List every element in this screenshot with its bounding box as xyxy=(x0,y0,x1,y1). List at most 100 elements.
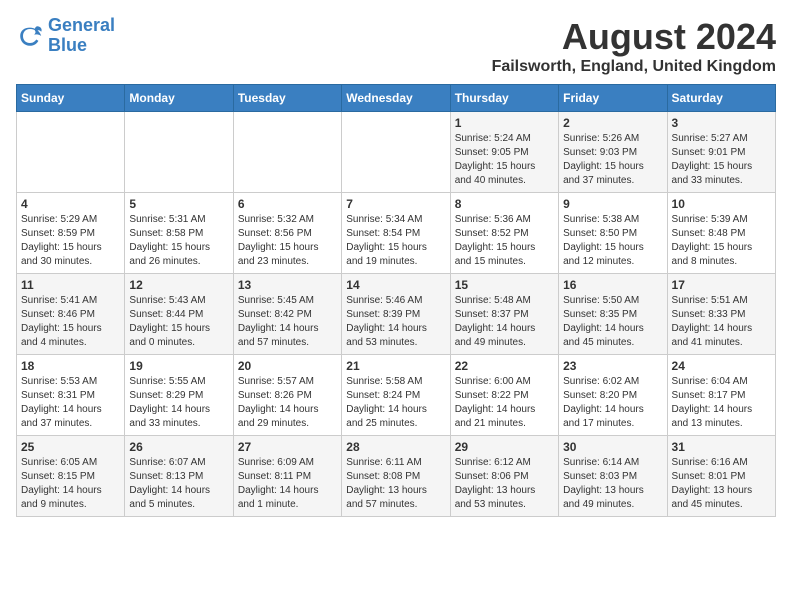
day-info: Sunrise: 5:26 AM Sunset: 9:03 PM Dayligh… xyxy=(563,132,662,188)
header-cell-sunday: Sunday xyxy=(17,85,125,112)
day-info: Sunrise: 6:05 AM Sunset: 8:15 PM Dayligh… xyxy=(21,456,120,512)
day-info: Sunrise: 5:57 AM Sunset: 8:26 PM Dayligh… xyxy=(238,375,337,431)
page-title: August 2024 xyxy=(492,16,776,58)
title-section: August 2024 Failsworth, England, United … xyxy=(492,16,776,76)
header-cell-friday: Friday xyxy=(559,85,667,112)
logo-text: General Blue xyxy=(48,16,115,56)
day-info: Sunrise: 5:32 AM Sunset: 8:56 PM Dayligh… xyxy=(238,213,337,269)
calendar-cell: 24Sunrise: 6:04 AM Sunset: 8:17 PM Dayli… xyxy=(667,355,775,436)
calendar-cell: 20 Sunrise: 5:57 AM Sunset: 8:26 PM Dayli… xyxy=(233,355,341,436)
calendar-cell: 25 Sunrise: 6:05 AM Sunset: 8:15 PM Dayli… xyxy=(17,436,125,517)
calendar-cell: 4Sunrise: 5:29 AM Sunset: 8:59 PM Daylig… xyxy=(17,193,125,274)
day-number: 25 xyxy=(21,440,120,454)
day-info: Sunrise: 6:14 AM Sunset: 8:03 PM Dayligh… xyxy=(563,456,662,512)
day-info: Sunrise: 5:27 AM Sunset: 9:01 PM Dayligh… xyxy=(672,132,771,188)
page-header: General Blue August 2024 Failsworth, Eng… xyxy=(16,16,776,76)
week-row-4: 18Sunrise: 5:53 AM Sunset: 8:31 PM Dayli… xyxy=(17,355,776,436)
calendar-cell: 21 Sunrise: 5:58 AM Sunset: 8:24 PM Dayli… xyxy=(342,355,450,436)
day-number: 28 xyxy=(346,440,445,454)
calendar-cell: 6 Sunrise: 5:32 AM Sunset: 8:56 PM Daylig… xyxy=(233,193,341,274)
week-row-1: 1 Sunrise: 5:24 AM Sunset: 9:05 PM Daylig… xyxy=(17,112,776,193)
day-number: 15 xyxy=(455,278,554,292)
day-number: 11 xyxy=(21,278,120,292)
day-number: 13 xyxy=(238,278,337,292)
day-info: Sunrise: 5:38 AM Sunset: 8:50 PM Dayligh… xyxy=(563,213,662,269)
day-info: Sunrise: 6:12 AM Sunset: 8:06 PM Dayligh… xyxy=(455,456,554,512)
calendar-cell: 2Sunrise: 5:26 AM Sunset: 9:03 PM Daylig… xyxy=(559,112,667,193)
day-number: 18 xyxy=(21,359,120,373)
calendar-cell: 5 Sunrise: 5:31 AM Sunset: 8:58 PM Daylig… xyxy=(125,193,233,274)
calendar-cell: 26Sunrise: 6:07 AM Sunset: 8:13 PM Dayli… xyxy=(125,436,233,517)
calendar-cell: 13 Sunrise: 5:45 AM Sunset: 8:42 PM Dayli… xyxy=(233,274,341,355)
day-number: 22 xyxy=(455,359,554,373)
day-info: Sunrise: 5:29 AM Sunset: 8:59 PM Dayligh… xyxy=(21,213,120,269)
header-cell-monday: Monday xyxy=(125,85,233,112)
calendar-cell: 17 Sunrise: 5:51 AM Sunset: 8:33 PM Dayli… xyxy=(667,274,775,355)
day-info: Sunrise: 5:55 AM Sunset: 8:29 PM Dayligh… xyxy=(129,375,228,431)
calendar-cell: 18Sunrise: 5:53 AM Sunset: 8:31 PM Dayli… xyxy=(17,355,125,436)
calendar-cell: 10Sunrise: 5:39 AM Sunset: 8:48 PM Dayli… xyxy=(667,193,775,274)
calendar-cell: 16Sunrise: 5:50 AM Sunset: 8:35 PM Dayli… xyxy=(559,274,667,355)
day-number: 3 xyxy=(672,116,771,130)
calendar-cell: 1 Sunrise: 5:24 AM Sunset: 9:05 PM Daylig… xyxy=(450,112,558,193)
day-info: Sunrise: 6:02 AM Sunset: 8:20 PM Dayligh… xyxy=(563,375,662,431)
day-number: 8 xyxy=(455,197,554,211)
logo-icon xyxy=(16,22,44,50)
header-cell-tuesday: Tuesday xyxy=(233,85,341,112)
day-number: 17 xyxy=(672,278,771,292)
day-number: 5 xyxy=(129,197,228,211)
day-info: Sunrise: 6:09 AM Sunset: 8:11 PM Dayligh… xyxy=(238,456,337,512)
day-info: Sunrise: 5:24 AM Sunset: 9:05 PM Dayligh… xyxy=(455,132,554,188)
header-row: SundayMondayTuesdayWednesdayThursdayFrid… xyxy=(17,85,776,112)
day-number: 31 xyxy=(672,440,771,454)
calendar-cell: 28 Sunrise: 6:11 AM Sunset: 8:08 PM Dayli… xyxy=(342,436,450,517)
calendar-cell: 29 Sunrise: 6:12 AM Sunset: 8:06 PM Dayli… xyxy=(450,436,558,517)
week-row-5: 25 Sunrise: 6:05 AM Sunset: 8:15 PM Dayli… xyxy=(17,436,776,517)
calendar-cell: 9 Sunrise: 5:38 AM Sunset: 8:50 PM Daylig… xyxy=(559,193,667,274)
day-number: 14 xyxy=(346,278,445,292)
calendar-cell: 23 Sunrise: 6:02 AM Sunset: 8:20 PM Dayli… xyxy=(559,355,667,436)
day-number: 20 xyxy=(238,359,337,373)
day-info: Sunrise: 5:51 AM Sunset: 8:33 PM Dayligh… xyxy=(672,294,771,350)
week-row-2: 4Sunrise: 5:29 AM Sunset: 8:59 PM Daylig… xyxy=(17,193,776,274)
day-number: 19 xyxy=(129,359,228,373)
calendar-cell: 8 Sunrise: 5:36 AM Sunset: 8:52 PM Daylig… xyxy=(450,193,558,274)
day-number: 6 xyxy=(238,197,337,211)
header-cell-wednesday: Wednesday xyxy=(342,85,450,112)
header-cell-saturday: Saturday xyxy=(667,85,775,112)
calendar-cell xyxy=(17,112,125,193)
day-number: 29 xyxy=(455,440,554,454)
calendar-table: SundayMondayTuesdayWednesdayThursdayFrid… xyxy=(16,84,776,517)
day-number: 9 xyxy=(563,197,662,211)
day-number: 30 xyxy=(563,440,662,454)
calendar-cell: 7Sunrise: 5:34 AM Sunset: 8:54 PM Daylig… xyxy=(342,193,450,274)
day-info: Sunrise: 5:50 AM Sunset: 8:35 PM Dayligh… xyxy=(563,294,662,350)
page-subtitle: Failsworth, England, United Kingdom xyxy=(492,58,776,76)
calendar-cell xyxy=(233,112,341,193)
calendar-cell: 14 Sunrise: 5:46 AM Sunset: 8:39 PM Dayli… xyxy=(342,274,450,355)
day-info: Sunrise: 5:36 AM Sunset: 8:52 PM Dayligh… xyxy=(455,213,554,269)
day-info: Sunrise: 5:45 AM Sunset: 8:42 PM Dayligh… xyxy=(238,294,337,350)
header-cell-thursday: Thursday xyxy=(450,85,558,112)
week-row-3: 11Sunrise: 5:41 AM Sunset: 8:46 PM Dayli… xyxy=(17,274,776,355)
day-info: Sunrise: 5:43 AM Sunset: 8:44 PM Dayligh… xyxy=(129,294,228,350)
day-info: Sunrise: 6:11 AM Sunset: 8:08 PM Dayligh… xyxy=(346,456,445,512)
calendar-cell xyxy=(125,112,233,193)
day-number: 23 xyxy=(563,359,662,373)
day-info: Sunrise: 5:58 AM Sunset: 8:24 PM Dayligh… xyxy=(346,375,445,431)
day-info: Sunrise: 5:48 AM Sunset: 8:37 PM Dayligh… xyxy=(455,294,554,350)
calendar-cell: 11Sunrise: 5:41 AM Sunset: 8:46 PM Dayli… xyxy=(17,274,125,355)
calendar-cell: 15 Sunrise: 5:48 AM Sunset: 8:37 PM Dayli… xyxy=(450,274,558,355)
calendar-cell: 12Sunrise: 5:43 AM Sunset: 8:44 PM Dayli… xyxy=(125,274,233,355)
calendar-cell: 22Sunrise: 6:00 AM Sunset: 8:22 PM Dayli… xyxy=(450,355,558,436)
calendar-cell: 31Sunrise: 6:16 AM Sunset: 8:01 PM Dayli… xyxy=(667,436,775,517)
calendar-cell: 27Sunrise: 6:09 AM Sunset: 8:11 PM Dayli… xyxy=(233,436,341,517)
day-number: 7 xyxy=(346,197,445,211)
day-number: 1 xyxy=(455,116,554,130)
logo: General Blue xyxy=(16,16,115,56)
day-number: 24 xyxy=(672,359,771,373)
calendar-body: 1 Sunrise: 5:24 AM Sunset: 9:05 PM Daylig… xyxy=(17,112,776,517)
day-number: 21 xyxy=(346,359,445,373)
day-info: Sunrise: 5:31 AM Sunset: 8:58 PM Dayligh… xyxy=(129,213,228,269)
day-info: Sunrise: 5:46 AM Sunset: 8:39 PM Dayligh… xyxy=(346,294,445,350)
